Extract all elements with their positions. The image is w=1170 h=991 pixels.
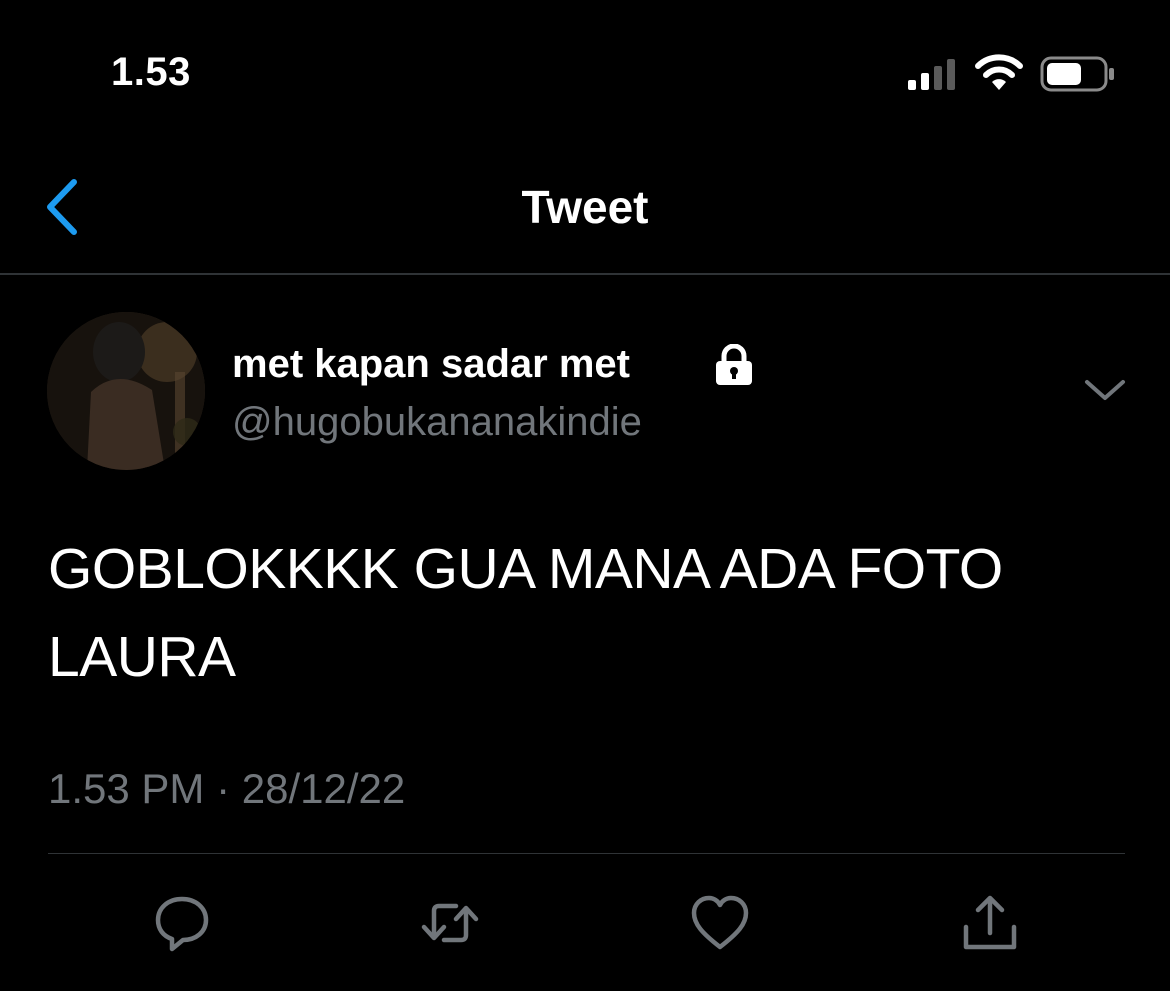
avatar-image: [47, 312, 205, 470]
share-icon: [963, 895, 1017, 950]
chevron-down-icon: [1085, 380, 1125, 400]
retweet-icon: [421, 903, 479, 943]
battery-icon: [1040, 56, 1114, 92]
cellular-signal-icon: [908, 59, 955, 90]
reply-icon: [155, 896, 209, 952]
meta-divider: [48, 853, 1125, 854]
author-handle[interactable]: @hugobukananakindie: [232, 400, 642, 445]
wifi-icon: [975, 54, 1023, 90]
avatar[interactable]: [47, 312, 205, 470]
like-button[interactable]: [690, 893, 750, 953]
share-button[interactable]: [960, 893, 1020, 953]
tweet-text: GOBLOKKKK GUA MANA ADA FOTO LAURA: [48, 537, 1003, 689]
status-icons: [900, 52, 1130, 96]
tweet-timestamp: 1.53 PM · 28/12/22: [48, 765, 405, 813]
like-icon: [691, 895, 749, 950]
tweet-time: 1.53 PM: [48, 765, 205, 812]
tweet-detail-screen: 1.53 Tweet met kapan sadar met @hugobuka…: [0, 0, 1170, 991]
page-title: Tweet: [521, 181, 649, 233]
lock-icon: [716, 344, 752, 385]
tweet-date: 28/12/22: [241, 765, 406, 812]
nav-divider: [0, 273, 1170, 275]
retweet-button[interactable]: [420, 893, 480, 953]
more-options-button[interactable]: [1082, 372, 1128, 406]
status-time: 1.53: [111, 50, 191, 94]
author-display-name[interactable]: met kapan sadar met: [232, 342, 630, 387]
reply-button[interactable]: [152, 893, 212, 953]
timestamp-separator: ·: [216, 765, 231, 812]
